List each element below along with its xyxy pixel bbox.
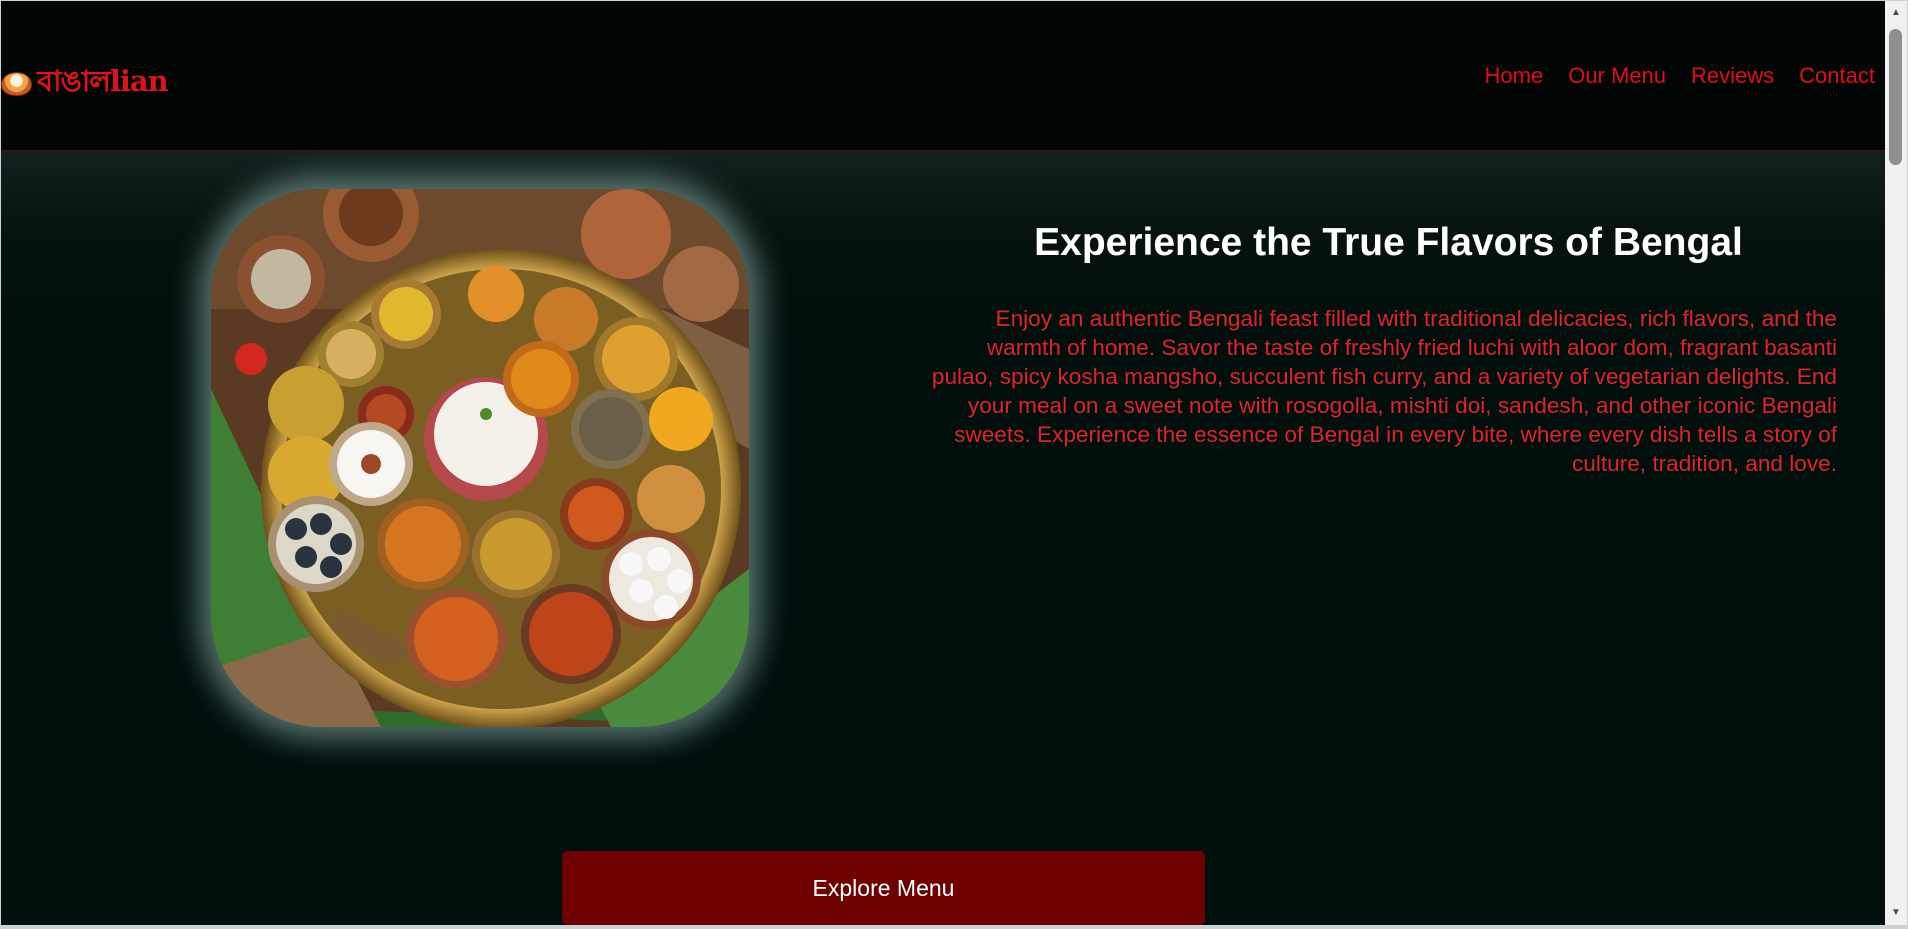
scroll-up-arrow-icon[interactable]: ▲ bbox=[1885, 3, 1907, 23]
vertical-scrollbar[interactable]: ▲ ▼ bbox=[1885, 1, 1907, 925]
scrollbar-thumb[interactable] bbox=[1889, 29, 1902, 165]
logo[interactable]: বাঙালlian bbox=[1, 59, 169, 108]
nav-link-our-menu[interactable]: Our Menu bbox=[1568, 63, 1666, 89]
hero-description: Enjoy an authentic Bengali feast filled … bbox=[931, 306, 1837, 476]
nav-link-contact[interactable]: Contact bbox=[1799, 63, 1875, 89]
nav-link-reviews[interactable]: Reviews bbox=[1691, 63, 1774, 89]
window-bottom-edge bbox=[0, 925, 1908, 929]
browser-viewport: বাঙালlian Home Our Menu Reviews Contact bbox=[1, 1, 1885, 925]
nav-link-home[interactable]: Home bbox=[1485, 63, 1544, 89]
nav-menu: Home Our Menu Reviews Contact bbox=[1485, 63, 1875, 89]
explore-menu-button[interactable]: Explore Menu bbox=[562, 851, 1205, 925]
bengali-thali-image bbox=[211, 189, 749, 727]
navbar: বাঙালlian Home Our Menu Reviews Contact bbox=[1, 1, 1885, 151]
logo-text: বাঙালlian bbox=[37, 64, 169, 98]
hero-title: Experience the True Flavors of Bengal bbox=[1034, 221, 1743, 264]
hero-section: Experience the True Flavors of Bengal En… bbox=[1, 151, 1885, 925]
curry-bowl-icon bbox=[1, 71, 32, 96]
scroll-down-arrow-icon[interactable]: ▼ bbox=[1885, 903, 1907, 923]
